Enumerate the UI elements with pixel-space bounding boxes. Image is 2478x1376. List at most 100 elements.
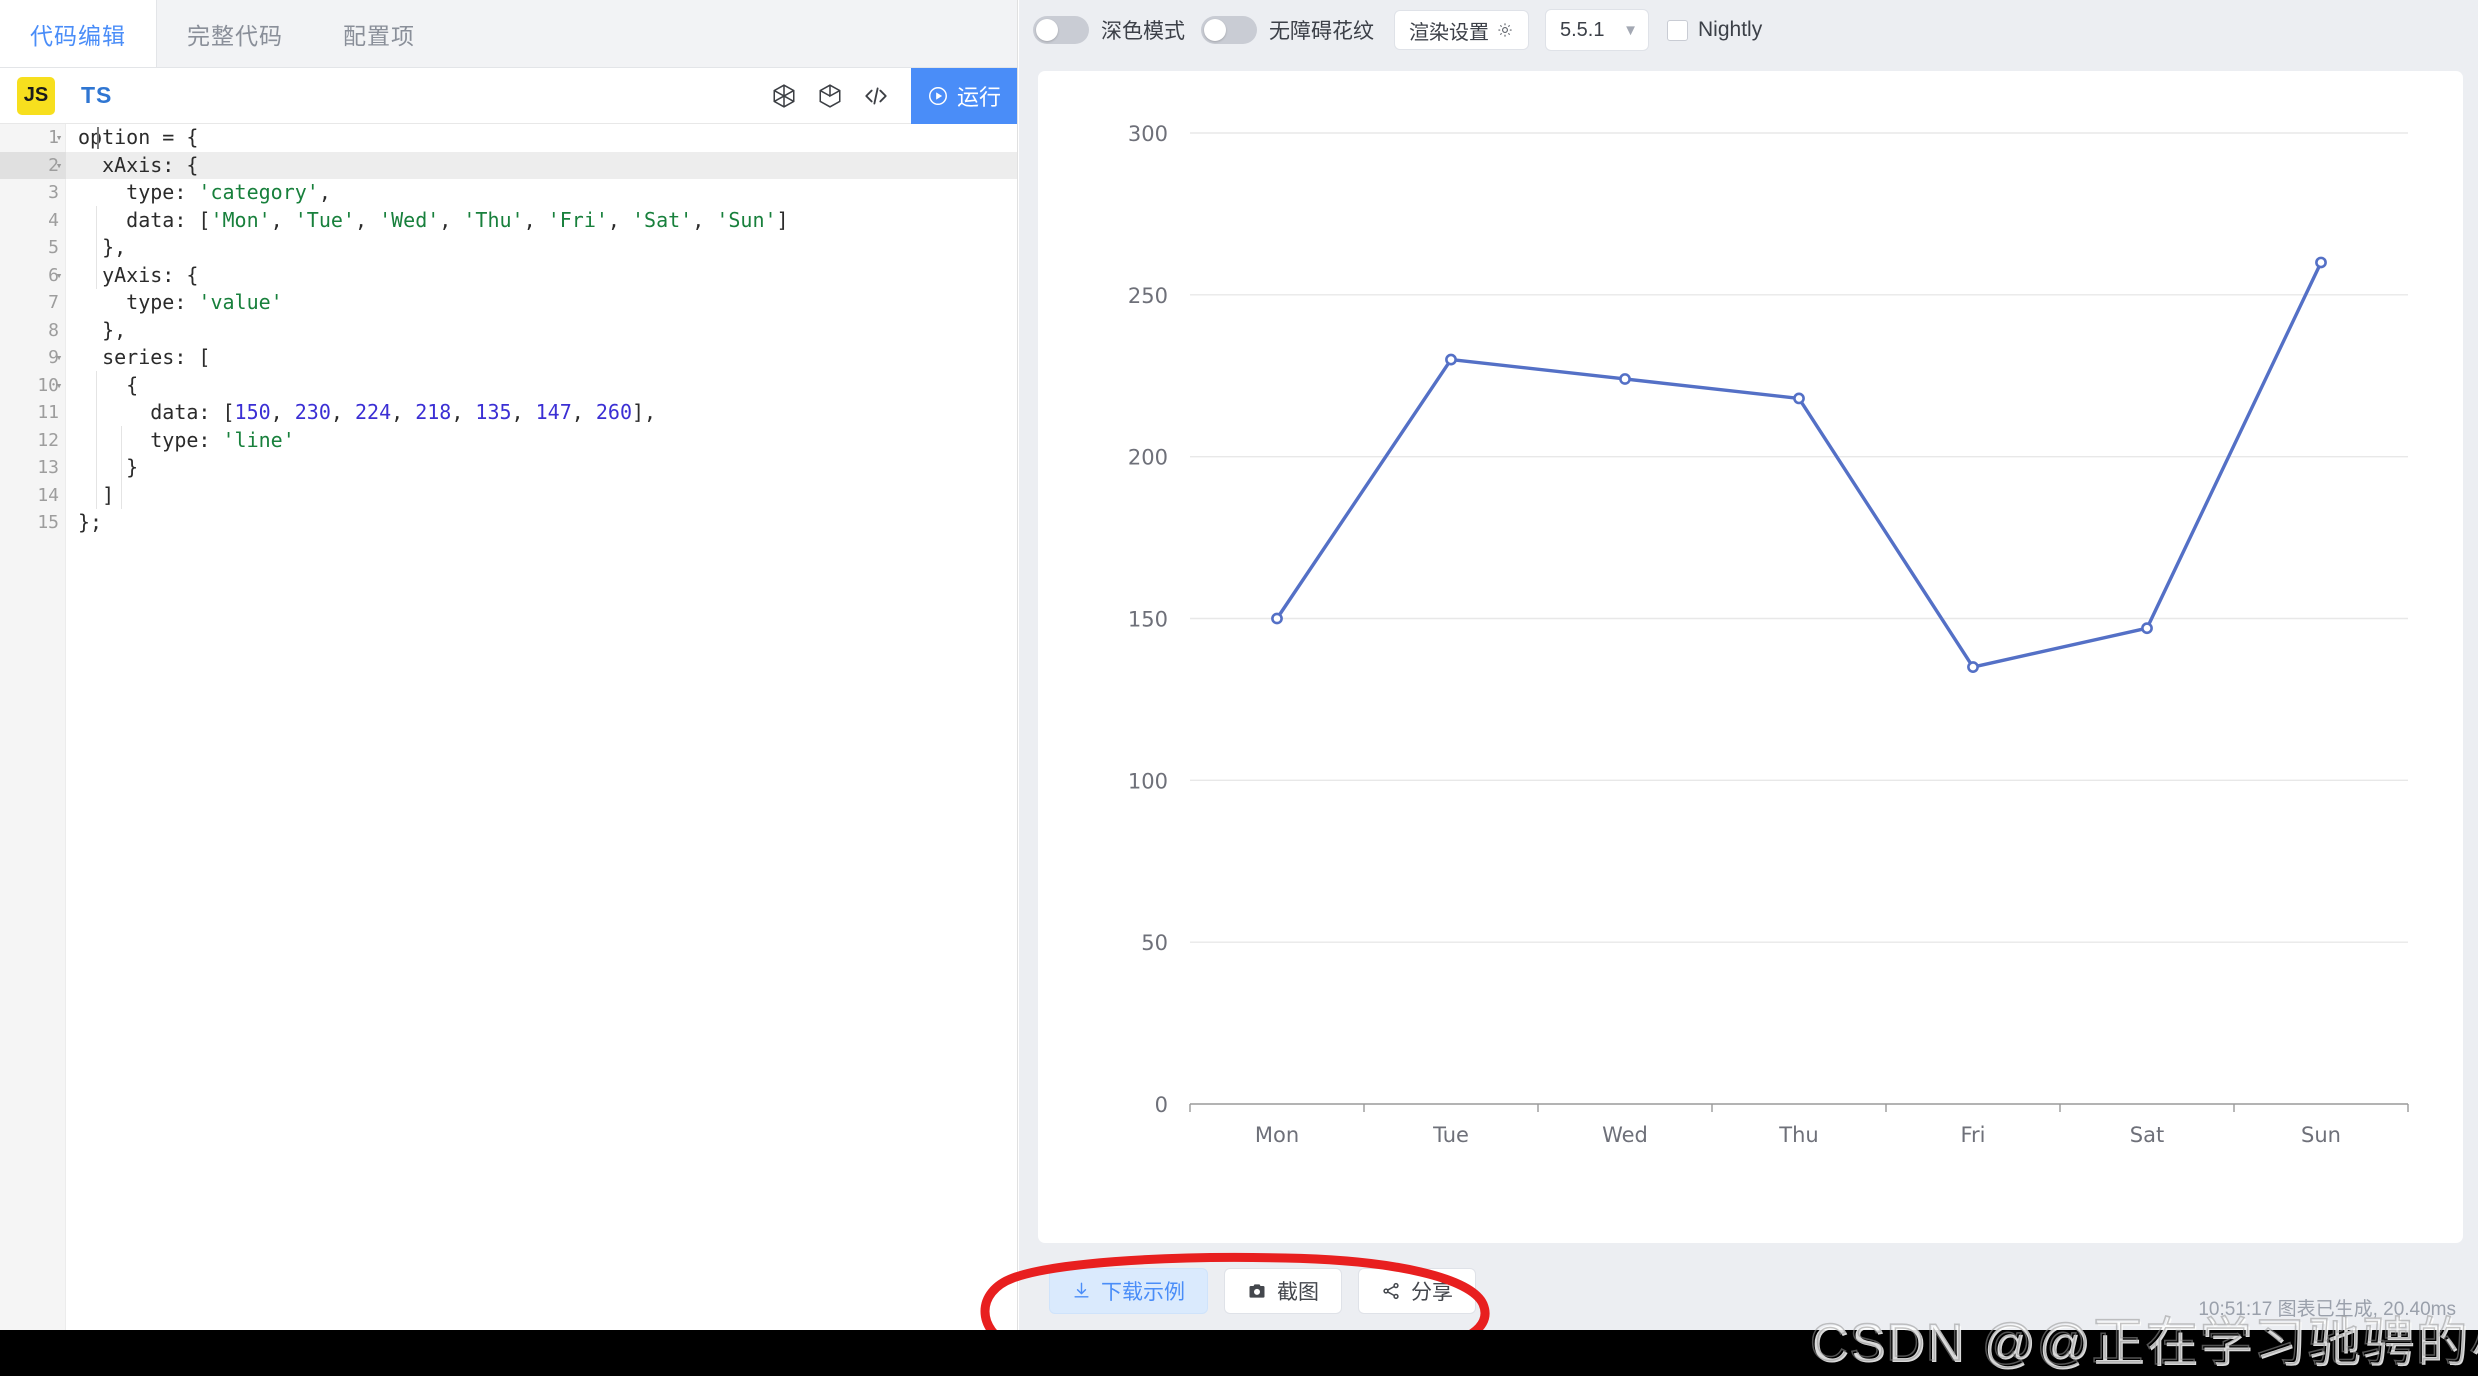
code-text: yAxis: { xyxy=(78,262,199,287)
code-text: }; xyxy=(78,510,103,534)
language-ts-button[interactable]: TS xyxy=(81,82,112,109)
chart-data-point[interactable] xyxy=(2141,622,2153,635)
download-example-button[interactable]: 下载示例 xyxy=(1049,1267,1208,1314)
chart-canvas-card[interactable]: 0 50 100 150 200 250 300 Mon Tue Wed Thu Fri Sat Sun xyxy=(1038,71,2463,1243)
line-number: 7 xyxy=(48,292,59,313)
checkbox-box xyxy=(1667,19,1688,41)
run-button[interactable]: 运行 xyxy=(910,67,1017,124)
accessibility-pattern-label: 无障碍花纹 xyxy=(1269,20,1374,43)
tab-label: 代码编辑 xyxy=(30,22,126,49)
render-settings-button[interactable]: 渲染设置 xyxy=(1394,10,1529,50)
code-text: type: 'value' xyxy=(78,290,283,314)
code-text: option = { xyxy=(78,125,199,149)
toggle-knob xyxy=(1036,19,1058,41)
share-label: 分享 xyxy=(1411,1280,1453,1304)
code-lines: 1 ▾ option = {2 ▾ xAxis: {3 type: 'category… xyxy=(0,124,1017,537)
x-axis-tick-label: Tue xyxy=(1432,1123,1469,1147)
code-line[interactable]: 8 }, xyxy=(0,317,1017,345)
chevron-down-icon: ▼ xyxy=(1623,21,1638,39)
tab-label: 完整代码 xyxy=(187,22,283,49)
screenshot-button[interactable]: 截图 xyxy=(1224,1267,1342,1314)
language-ts-label: TS xyxy=(81,82,113,108)
code-line[interactable]: 2 ▾ xAxis: { xyxy=(0,151,1017,180)
fold-arrow-icon[interactable]: ▾ xyxy=(52,124,66,152)
line-number: 15 xyxy=(37,512,59,533)
tab-full-code[interactable]: 完整代码 xyxy=(157,0,313,67)
chart-data-point[interactable] xyxy=(1271,612,1283,625)
code-line[interactable]: 11 data: [150, 230, 224, 218, 135, 147, … xyxy=(0,399,1017,427)
fold-arrow-icon[interactable]: ▾ xyxy=(52,262,66,290)
code-line[interactable]: 13 } xyxy=(0,454,1017,482)
code-line[interactable]: 15}; xyxy=(0,509,1017,537)
code-line[interactable]: 9 ▾ series: [ xyxy=(0,344,1017,372)
y-axis-tick-label: 50 xyxy=(1141,931,1168,955)
chart-data-point[interactable] xyxy=(1445,353,1457,366)
code-line[interactable]: 7 type: 'value' xyxy=(0,289,1017,317)
code-brackets-icon[interactable] xyxy=(853,73,899,119)
chart-data-point[interactable] xyxy=(2315,256,2327,269)
chart-data-points xyxy=(1271,256,2327,673)
nightly-label: Nightly xyxy=(1698,18,1763,41)
chart-preview-pane: 深色模式 无障碍花纹 渲染设置 5.5.1 ▼ Nightly 0 50 100… xyxy=(1019,0,2478,1330)
code-line[interactable]: 3 type: 'category', xyxy=(0,179,1017,207)
editor-tabbar: 代码编辑 完整代码 配置项 xyxy=(0,0,1017,68)
code-line[interactable]: 14 ] xyxy=(0,482,1017,510)
x-axis-tick-label: Thu xyxy=(1778,1123,1818,1147)
bottom-letterbox xyxy=(0,1330,2478,1376)
code-line[interactable]: 4 data: ['Mon', 'Tue', 'Wed', 'Thu', 'Fr… xyxy=(0,207,1017,235)
download-example-label: 下载示例 xyxy=(1101,1280,1185,1304)
code-line[interactable]: 5 }, xyxy=(0,234,1017,262)
code-line[interactable]: 10 ▾ { xyxy=(0,372,1017,400)
tab-config-options[interactable]: 配置项 xyxy=(313,0,445,67)
fold-arrow-icon[interactable]: ▾ xyxy=(52,152,66,180)
chart-data-point[interactable] xyxy=(1793,392,1805,405)
code-line[interactable]: 6 ▾ yAxis: { xyxy=(0,262,1017,290)
y-axis-tick-label: 250 xyxy=(1128,284,1168,308)
tab-code-editor[interactable]: 代码编辑 xyxy=(0,0,157,67)
gear-icon xyxy=(1498,23,1512,37)
camera-icon xyxy=(1249,1283,1265,1298)
fold-arrow-icon[interactable]: ▾ xyxy=(52,344,66,372)
download-icon xyxy=(1074,1282,1089,1298)
screenshot-label: 截图 xyxy=(1277,1280,1319,1304)
code-text: type: 'category', xyxy=(78,180,331,204)
dark-mode-label: 深色模式 xyxy=(1101,20,1185,43)
cube-icon[interactable] xyxy=(807,73,853,119)
version-select[interactable]: 5.5.1 ▼ xyxy=(1545,9,1649,51)
y-axis-tick-label: 0 xyxy=(1155,1093,1168,1117)
chart-y-axis-labels: 0 50 100 150 200 250 300 xyxy=(1128,122,1168,1117)
code-line[interactable]: 12 type: 'line' xyxy=(0,427,1017,455)
text-cursor xyxy=(97,127,99,149)
code-area[interactable]: 1 ▾ option = {2 ▾ xAxis: {3 type: 'category… xyxy=(0,124,1017,1330)
x-axis-tick-label: Mon xyxy=(1255,1123,1299,1147)
line-number: 12 xyxy=(37,429,59,451)
x-axis-tick-label: Fri xyxy=(1960,1123,1985,1147)
dark-mode-toggle[interactable] xyxy=(1033,16,1089,44)
share-button[interactable]: 分享 xyxy=(1358,1267,1476,1314)
line-number: 14 xyxy=(37,484,59,506)
chart-x-axis-labels: Mon Tue Wed Thu Fri Sat Sun xyxy=(1255,1123,2341,1147)
code-text: data: [150, 230, 224, 218, 135, 147, 260… xyxy=(78,400,657,424)
wireframe-cube-icon[interactable] xyxy=(761,73,807,119)
chart-data-point[interactable] xyxy=(1619,373,1631,385)
line-number: 3 xyxy=(48,182,59,203)
fold-arrow-icon[interactable]: ▾ xyxy=(52,372,66,400)
editor-toolbar: JS TS 运行 xyxy=(0,67,1017,124)
language-js-badge[interactable]: JS xyxy=(17,76,55,115)
chart-data-point[interactable] xyxy=(1967,661,1979,673)
preview-toolbar: 深色模式 无障碍花纹 渲染设置 5.5.1 ▼ Nightly xyxy=(1019,0,2478,60)
status-text: 10:51:17 图表已生成, 20.40ms xyxy=(2198,1299,2456,1320)
code-text: series: [ xyxy=(78,345,211,369)
code-editor-pane: 代码编辑 完整代码 配置项 JS TS 运行 1 ▾ option = {2 … xyxy=(0,0,1018,1330)
app-root: 代码编辑 完整代码 配置项 JS TS 运行 1 ▾ option = {2 … xyxy=(0,0,2478,1376)
accessibility-pattern-toggle[interactable] xyxy=(1201,16,1257,44)
code-text: }, xyxy=(78,235,127,259)
y-axis-tick-label: 300 xyxy=(1128,122,1168,146)
code-text: }, xyxy=(78,317,127,342)
code-text: ] xyxy=(78,482,115,507)
code-line[interactable]: 1 ▾ option = { xyxy=(0,124,1017,152)
y-axis-tick-label: 150 xyxy=(1128,608,1168,632)
nightly-checkbox[interactable]: Nightly xyxy=(1667,18,1762,42)
chart-gridlines xyxy=(1190,132,2408,943)
x-axis-tick-label: Sun xyxy=(2301,1123,2341,1147)
